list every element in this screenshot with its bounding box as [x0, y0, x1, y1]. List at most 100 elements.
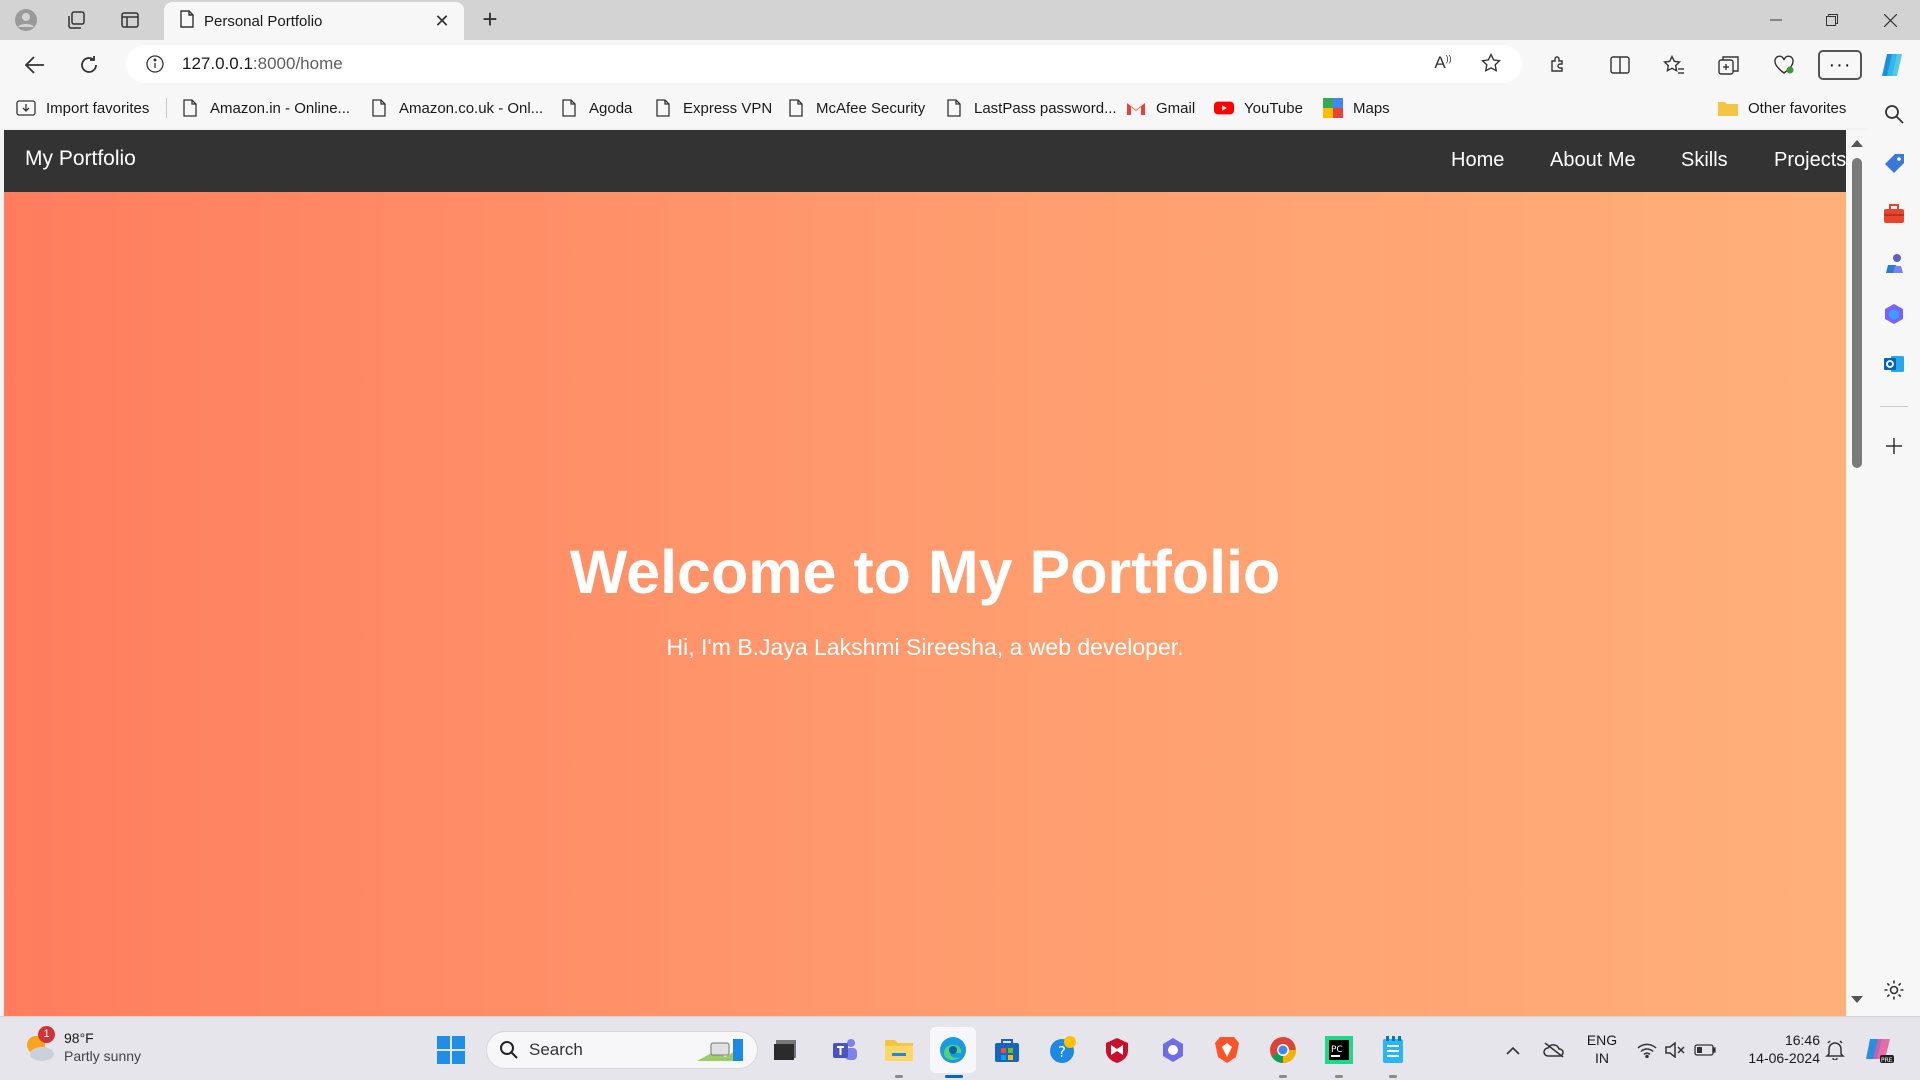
outlook-icon[interactable]: [1880, 350, 1908, 378]
scroll-down-arrow[interactable]: [1851, 996, 1863, 1003]
volume-muted-icon[interactable]: [1664, 1039, 1686, 1061]
favorite-express-vpn[interactable]: Express VPN: [653, 96, 772, 120]
nav-link-skills[interactable]: Skills: [1681, 149, 1728, 172]
windows-taskbar: 1 98°F Partly sunny Search ? PC ENG IN 1…: [0, 1016, 1920, 1080]
favorite-gmail[interactable]: Gmail: [1126, 96, 1195, 120]
nav-link-projects[interactable]: Projects: [1774, 149, 1846, 172]
teams-icon[interactable]: [828, 1033, 862, 1067]
profile-icon[interactable]: [12, 6, 40, 34]
search-icon: [499, 1040, 519, 1060]
favorites-icon[interactable]: [1658, 49, 1690, 81]
copilot-app-icon[interactable]: [1156, 1033, 1190, 1067]
nav-link-about-me[interactable]: About Me: [1550, 149, 1636, 172]
other-favorites-folder[interactable]: Other favorites: [1718, 96, 1846, 120]
language-indicator[interactable]: ENG IN: [1584, 1031, 1620, 1067]
settings-and-more-button[interactable]: ···: [1818, 50, 1862, 80]
clock[interactable]: 16:46 14-06-2024: [1734, 1031, 1820, 1067]
weather-widget[interactable]: 1 98°F Partly sunny: [22, 1026, 141, 1065]
mcafee-icon[interactable]: [1100, 1033, 1134, 1067]
chrome-browser-icon[interactable]: [1266, 1033, 1300, 1067]
read-aloud-icon[interactable]: A)): [1428, 48, 1458, 78]
brave-browser-icon[interactable]: [1210, 1033, 1244, 1067]
running-indicator-active: [945, 1075, 963, 1078]
copilot-preview-icon[interactable]: PRE: [1864, 1035, 1894, 1065]
collections-icon[interactable]: [1713, 49, 1745, 81]
youtube-icon: [1214, 98, 1234, 118]
edge-browser-icon[interactable]: [936, 1033, 970, 1067]
clock-time: 16:46: [1784, 1032, 1820, 1048]
edge-sidebar: [1868, 88, 1920, 1016]
games-chess-icon[interactable]: [1880, 250, 1908, 278]
taskbar-search-box[interactable]: Search: [486, 1031, 758, 1069]
favorite-amazon-uk[interactable]: Amazon.co.uk - Onl...: [369, 96, 543, 120]
favorite-agoda[interactable]: Agoda: [559, 96, 632, 120]
hero-subtitle: Hi, I'm B.Jaya Lakshmi Sireesha, a web d…: [666, 634, 1184, 660]
pycharm-icon[interactable]: PC: [1322, 1033, 1356, 1067]
active-tab[interactable]: Personal Portfolio ✕: [164, 2, 464, 40]
tab-title: Personal Portfolio: [204, 12, 323, 30]
address-bar[interactable]: 127.0.0.1:8000/home: [126, 45, 1522, 83]
svg-text:PC: PC: [1331, 1045, 1343, 1055]
notepad-icon[interactable]: [1376, 1033, 1410, 1067]
minimize-button[interactable]: [1748, 0, 1804, 40]
get-help-icon[interactable]: ?: [1046, 1033, 1080, 1067]
windows-start-icon[interactable]: [434, 1033, 468, 1067]
favorite-mcafee[interactable]: McAfee Security: [786, 96, 925, 120]
site-brand[interactable]: My Portfolio: [25, 147, 136, 171]
tools-briefcase-icon[interactable]: [1880, 200, 1908, 228]
scroll-up-arrow[interactable]: [1851, 140, 1863, 147]
favorite-star-icon[interactable]: [1476, 48, 1506, 78]
new-tab-button[interactable]: +: [476, 6, 504, 34]
running-indicator: [1279, 1075, 1287, 1078]
favorite-amazon-in[interactable]: Amazon.in - Online...: [180, 96, 350, 120]
file-explorer-icon[interactable]: [882, 1033, 916, 1067]
microsoft-store-icon[interactable]: [990, 1033, 1024, 1067]
svg-text:?: ?: [1058, 1043, 1066, 1061]
battery-icon[interactable]: [1694, 1039, 1716, 1061]
add-sidebar-app-icon[interactable]: [1880, 432, 1908, 460]
microsoft-365-icon[interactable]: [1880, 300, 1908, 328]
nav-link-home[interactable]: Home: [1451, 149, 1504, 172]
refresh-button[interactable]: [74, 50, 104, 80]
site-navbar: My Portfolio Home About Me Skills Projec…: [4, 130, 1846, 192]
page-icon: [369, 98, 389, 118]
split-screen-icon[interactable]: [1604, 49, 1636, 81]
favorite-lastpass[interactable]: LastPass password...: [944, 96, 1117, 120]
favorite-youtube[interactable]: YouTube: [1214, 96, 1303, 120]
notification-bell-icon[interactable]: [1824, 1039, 1846, 1061]
search-highlight-icon: [693, 1035, 749, 1065]
wifi-icon[interactable]: [1636, 1039, 1658, 1061]
copilot-icon[interactable]: [1876, 49, 1908, 81]
weather-badge: 1: [38, 1026, 55, 1043]
extensions-icon[interactable]: [1542, 49, 1574, 81]
folder-icon: [1718, 98, 1738, 118]
shopping-tag-icon[interactable]: [1880, 150, 1908, 178]
task-view-icon[interactable]: [768, 1033, 802, 1067]
vertical-tabs-icon[interactable]: [116, 6, 144, 34]
sidebar-settings-icon[interactable]: [1880, 976, 1908, 1004]
onedrive-offline-icon[interactable]: [1543, 1039, 1565, 1061]
search-icon[interactable]: [1880, 100, 1908, 128]
favorites-bar: Import favorites Amazon.in - Online... A…: [0, 88, 1920, 128]
hero-section: Welcome to My Portfolio Hi, I'm B.Jaya L…: [4, 192, 1846, 1016]
scroll-thumb[interactable]: [1852, 158, 1862, 468]
weather-temperature: 98°F: [64, 1030, 94, 1046]
favorite-maps[interactable]: Maps: [1323, 96, 1390, 120]
close-window-button[interactable]: [1862, 0, 1918, 40]
page-icon: [786, 98, 806, 118]
back-button[interactable]: [20, 50, 50, 80]
gmail-icon: [1126, 98, 1146, 118]
browser-tab-bar: Personal Portfolio ✕ +: [0, 0, 1920, 40]
clock-date: 14-06-2024: [1748, 1050, 1820, 1066]
close-tab-icon[interactable]: ✕: [430, 11, 454, 32]
page-icon: [944, 98, 964, 118]
svg-text:PRE: PRE: [1881, 1057, 1893, 1064]
site-info-icon[interactable]: [144, 53, 166, 75]
favorite-import[interactable]: Import favorites: [16, 96, 149, 120]
workspaces-icon[interactable]: [62, 6, 90, 34]
show-hidden-icons-chevron-icon[interactable]: [1502, 1039, 1524, 1061]
page-scrollbar[interactable]: [1846, 130, 1868, 1016]
restore-button[interactable]: [1804, 0, 1860, 40]
browser-essentials-icon[interactable]: [1768, 49, 1800, 81]
running-indicator: [1335, 1075, 1343, 1078]
